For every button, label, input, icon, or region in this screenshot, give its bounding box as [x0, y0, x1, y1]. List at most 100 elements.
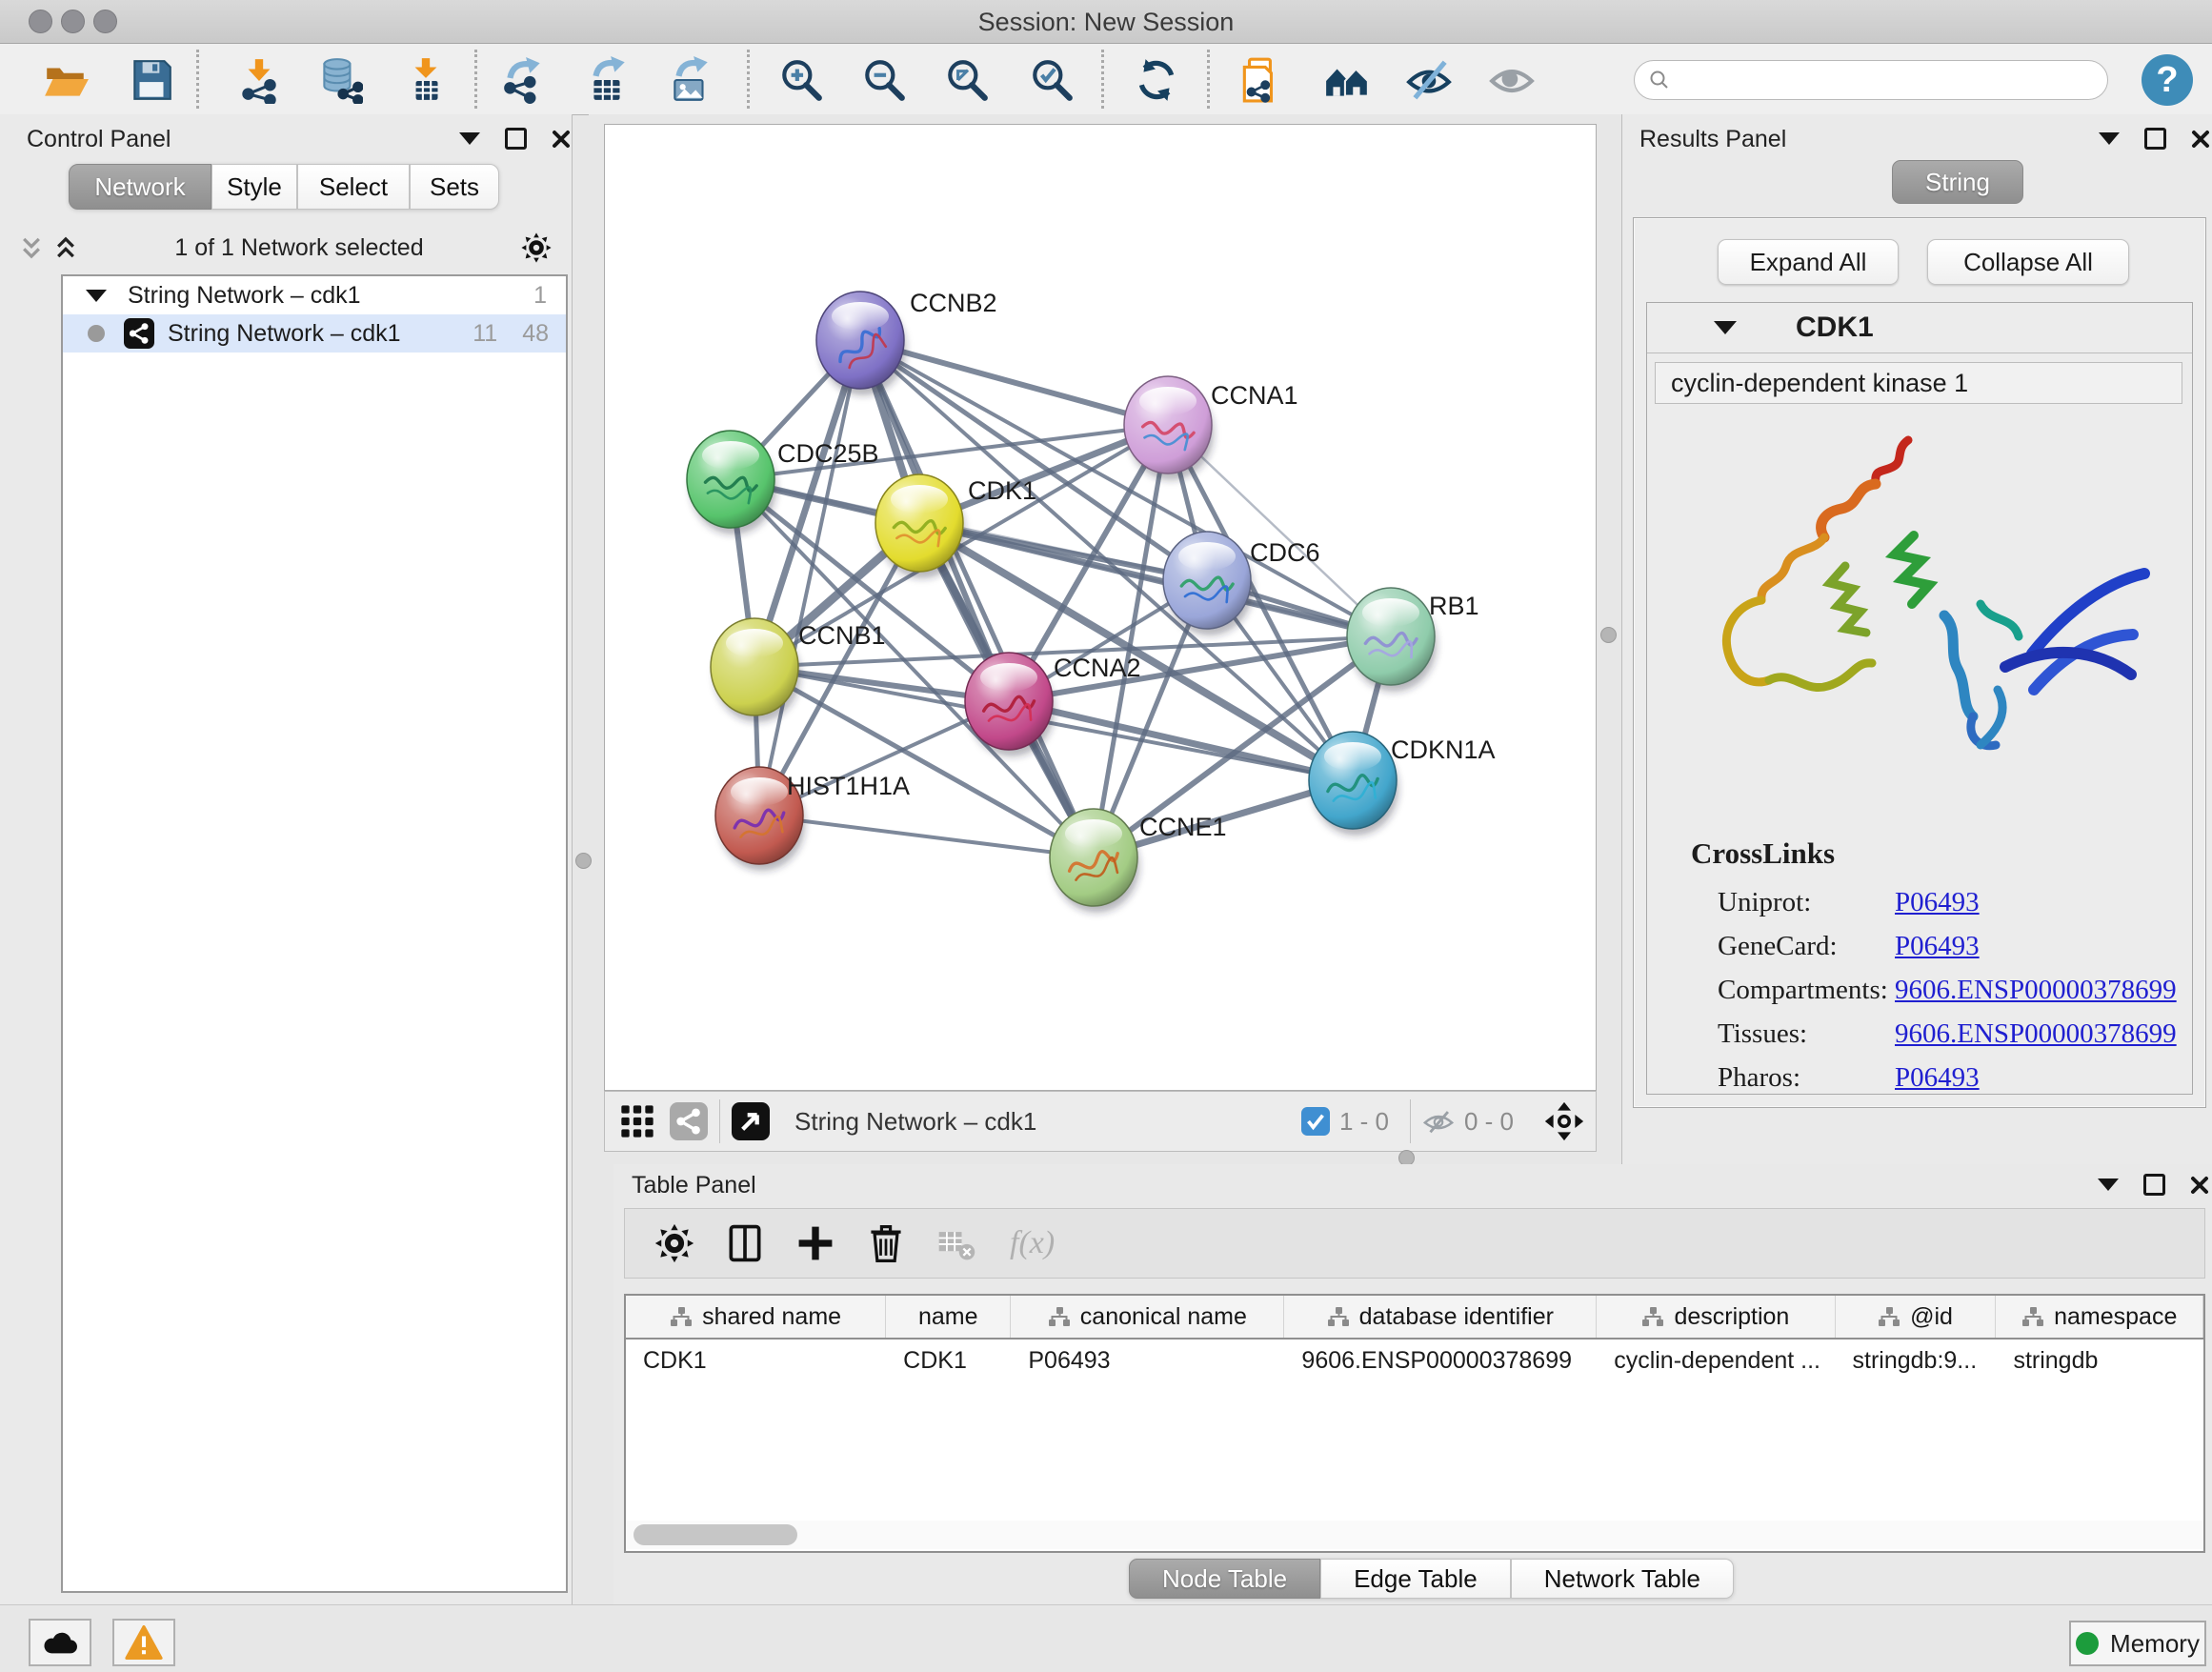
export-network-button[interactable] — [496, 52, 552, 108]
table-cell[interactable]: CDK1 — [626, 1340, 886, 1381]
network-row-selected[interactable]: String Network – cdk1 11 48 — [63, 314, 566, 353]
network-canvas[interactable]: CCNB2CCNA1CDC25BCDK1CDC6RB1CCNB1CCNA2CDK… — [604, 124, 1597, 1091]
tab-sets[interactable]: Sets — [410, 164, 499, 210]
float-panel-icon[interactable] — [2143, 1174, 2165, 1196]
expand-all-button[interactable]: Expand All — [1718, 239, 1899, 285]
show-columns-icon[interactable] — [724, 1222, 766, 1264]
table-cell[interactable]: CDK1 — [886, 1340, 1011, 1381]
export-image-button[interactable] — [663, 52, 718, 108]
export-table-button[interactable] — [580, 52, 635, 108]
zoom-selected-button[interactable] — [1024, 52, 1079, 108]
table-cell[interactable]: stringdb:9... — [1836, 1340, 1997, 1381]
column-header-description[interactable]: description — [1597, 1296, 1835, 1338]
crosslink-link[interactable]: 9606.ENSP00000378699 — [1895, 1018, 2177, 1050]
open-session-button[interactable] — [38, 52, 93, 108]
horizontal-scrollbar[interactable] — [626, 1521, 2203, 1549]
zoom-fit-button[interactable] — [939, 52, 995, 108]
function-builder-icon-disabled: f(x) — [1010, 1225, 1055, 1261]
close-panel-icon[interactable] — [2191, 130, 2210, 149]
delete-column-icon[interactable] — [865, 1222, 907, 1264]
gear-icon[interactable] — [520, 232, 553, 264]
panel-menu-icon[interactable] — [2098, 1178, 2119, 1191]
column-header--id[interactable]: @id — [1836, 1296, 1997, 1338]
search-input[interactable] — [1679, 66, 2094, 94]
tab-network-table[interactable]: Network Table — [1511, 1559, 1734, 1599]
search-field[interactable] — [1634, 60, 2108, 100]
expand-all-icon[interactable] — [53, 235, 78, 260]
column-header-namespace[interactable]: namespace — [1996, 1296, 2203, 1338]
gene-card-header[interactable]: CDK1 — [1647, 303, 2192, 353]
network-icon-gray[interactable] — [670, 1102, 708, 1140]
goto-network-icon[interactable] — [732, 1102, 770, 1140]
zoom-out-button[interactable] — [856, 52, 912, 108]
crosslink-link[interactable]: P06493 — [1895, 1062, 1980, 1094]
import-table-file-button[interactable] — [398, 52, 453, 108]
network-node-RB1[interactable] — [1347, 588, 1437, 692]
pan-crosshair-icon[interactable] — [1544, 1101, 1584, 1141]
network-node-CCNA2[interactable] — [965, 653, 1055, 756]
panel-menu-icon[interactable] — [459, 132, 480, 145]
zoom-in-button[interactable] — [774, 52, 829, 108]
vertical-splitter-handle[interactable] — [1600, 627, 1617, 643]
clone-network-button[interactable] — [1233, 52, 1288, 108]
memory-button[interactable]: Memory — [2069, 1621, 2206, 1666]
network-node-CCNA1[interactable] — [1124, 376, 1214, 480]
scrollbar-thumb[interactable] — [633, 1524, 797, 1545]
tab-node-table[interactable]: Node Table — [1129, 1559, 1320, 1599]
column-header-canonical-name[interactable]: canonical name — [1011, 1296, 1284, 1338]
main-toolbar: ? — [0, 44, 2212, 115]
table-cell[interactable]: 9606.ENSP00000378699 — [1284, 1340, 1597, 1381]
float-panel-icon[interactable] — [2144, 128, 2166, 150]
table-cell[interactable]: stringdb — [1996, 1340, 2203, 1381]
collapse-triangle-icon[interactable] — [86, 290, 107, 302]
add-column-icon[interactable] — [794, 1222, 836, 1264]
collapse-triangle-icon[interactable] — [1714, 321, 1737, 334]
import-network-database-button[interactable] — [312, 52, 367, 108]
tab-string[interactable]: String — [1892, 160, 2023, 204]
column-header-database-identifier[interactable]: database identifier — [1284, 1296, 1597, 1338]
network-node-CCNB2[interactable] — [816, 292, 906, 395]
vertical-splitter-handle[interactable] — [575, 853, 592, 869]
save-session-button[interactable] — [124, 52, 179, 108]
network-node-CDC25B[interactable] — [687, 431, 776, 534]
network-node-CCNE1[interactable] — [1050, 809, 1139, 913]
warnings-button[interactable] — [112, 1619, 175, 1666]
collapse-all-icon[interactable] — [19, 235, 44, 260]
network-node-CDKN1A[interactable] — [1309, 732, 1398, 836]
network-node-CDK1[interactable] — [875, 474, 965, 578]
crosslink-link[interactable]: P06493 — [1895, 887, 1980, 918]
column-header-name[interactable]: name — [886, 1296, 1011, 1338]
network-node-CDC6[interactable] — [1163, 532, 1253, 635]
apply-layout-button[interactable] — [1129, 52, 1184, 108]
grid-view-icon[interactable] — [618, 1102, 656, 1140]
help-button[interactable]: ? — [2142, 54, 2193, 106]
separator — [719, 1099, 720, 1143]
first-neighbors-button[interactable] — [1319, 52, 1375, 108]
tab-edge-table[interactable]: Edge Table — [1320, 1559, 1511, 1599]
close-panel-icon[interactable] — [2190, 1176, 2209, 1195]
table-row[interactable]: CDK1CDK1P064939606.ENSP00000378699cyclin… — [626, 1340, 2203, 1381]
close-panel-icon[interactable] — [552, 130, 571, 149]
panel-menu-icon[interactable] — [2099, 132, 2120, 145]
network-collection-row[interactable]: String Network – cdk1 1 — [63, 276, 566, 314]
node-label-CCNB2: CCNB2 — [910, 289, 997, 317]
crosslink-link[interactable]: P06493 — [1895, 931, 1980, 962]
hide-selected-button[interactable] — [1401, 52, 1457, 108]
tab-select[interactable]: Select — [297, 164, 410, 210]
crosslink-link[interactable]: 9606.ENSP00000378699 — [1895, 975, 2177, 1006]
table-tabs: Node TableEdge TableNetwork Table — [1129, 1559, 1734, 1599]
table-settings-gear-icon[interactable] — [654, 1222, 695, 1264]
column-header-shared-name[interactable]: shared name — [626, 1296, 886, 1338]
import-network-file-button[interactable] — [231, 52, 287, 108]
collapse-all-button[interactable]: Collapse All — [1927, 239, 2129, 285]
tab-style[interactable]: Style — [211, 164, 297, 210]
cloud-button[interactable] — [29, 1619, 91, 1666]
selected-checkbox-icon[interactable] — [1301, 1107, 1330, 1136]
network-node-CCNB1[interactable] — [711, 618, 800, 722]
eye-slash-icon — [1405, 56, 1453, 104]
show-all-button[interactable] — [1484, 52, 1539, 108]
table-cell[interactable]: cyclin-dependent ... — [1597, 1340, 1835, 1381]
table-cell[interactable]: P06493 — [1011, 1340, 1284, 1381]
tab-network[interactable]: Network — [69, 164, 211, 210]
float-panel-icon[interactable] — [505, 128, 527, 150]
